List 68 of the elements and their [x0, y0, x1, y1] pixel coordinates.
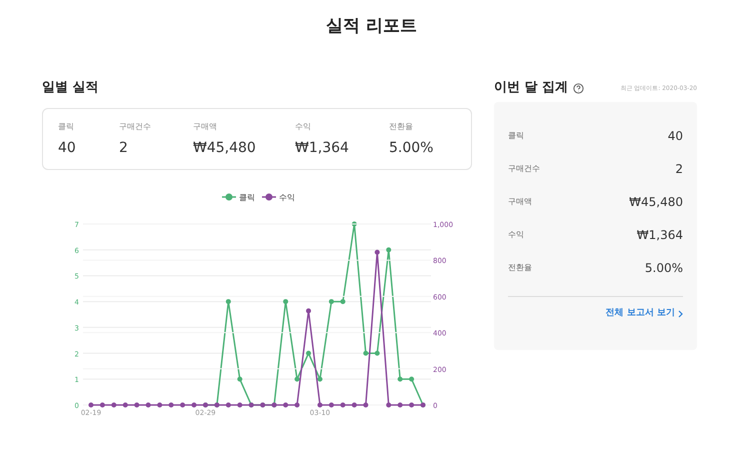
page-title: 실적 리포트 — [325, 15, 418, 38]
legend-label: 수익 — [279, 193, 295, 202]
data-point — [122, 402, 128, 408]
data-point — [111, 402, 116, 408]
data-point — [317, 376, 322, 382]
data-point — [352, 402, 357, 408]
data-point — [294, 376, 300, 382]
data-point — [340, 299, 346, 304]
stat-value: 5.00% — [389, 139, 434, 158]
data-point — [398, 376, 403, 382]
stat-label: 구매건수 — [119, 121, 152, 133]
data-point — [226, 299, 231, 304]
data-point — [100, 402, 105, 408]
stat-value: 40 — [58, 139, 77, 158]
summary-value: 40 — [668, 128, 683, 144]
legend-marker-icon — [222, 194, 236, 200]
help-icon[interactable] — [573, 82, 584, 94]
summary-label: 구매액 — [508, 196, 532, 208]
data-point — [352, 222, 357, 226]
summary-value: ₩45,480 — [629, 194, 683, 210]
data-point — [398, 402, 403, 408]
summary-value: ₩1,364 — [636, 226, 683, 244]
data-point — [328, 299, 334, 304]
summary-label: 전환율 — [508, 262, 532, 274]
data-point — [283, 402, 288, 408]
section-title: 이번 달 집계 — [494, 79, 568, 98]
data-point — [88, 402, 94, 408]
section-title: 일별 실적 — [42, 79, 100, 97]
data-point — [192, 402, 197, 408]
data-point — [317, 402, 322, 408]
data-point — [226, 402, 231, 408]
stat-label: 클릭 — [58, 121, 75, 133]
data-point — [306, 350, 312, 356]
summary-value: 5.00% — [644, 260, 683, 276]
stat-label: 전환율 — [389, 121, 414, 133]
data-point — [363, 402, 368, 408]
stat-label: 구매액 — [193, 121, 218, 133]
data-point — [237, 376, 242, 382]
data-point — [306, 308, 312, 314]
data-point — [237, 402, 242, 408]
stat-value: ₩1,364 — [295, 139, 350, 158]
data-point — [386, 247, 392, 252]
data-point — [157, 402, 162, 408]
data-point — [283, 299, 288, 304]
legend-marker-icon — [262, 194, 276, 200]
full-report-link[interactable]: 전체 보고서 보기 — [606, 307, 683, 320]
data-point — [340, 402, 346, 408]
summary-label: 클릭 — [508, 130, 524, 142]
stat-value: ₩45,480 — [193, 139, 257, 158]
data-point — [180, 402, 186, 408]
data-point — [134, 402, 140, 408]
data-point — [363, 350, 368, 356]
legend-label: 클릭 — [239, 193, 255, 202]
data-point — [374, 250, 380, 255]
stat-value: 2 — [119, 139, 129, 158]
summary-label: 수익 — [508, 228, 524, 240]
summary-label: 구매건수 — [508, 162, 540, 174]
chevron-right-icon — [678, 310, 683, 318]
data-point — [374, 350, 380, 356]
data-point — [328, 402, 334, 408]
data-point — [146, 402, 151, 408]
summary-value: 2 — [675, 160, 683, 178]
data-point — [409, 376, 414, 382]
data-point — [409, 402, 414, 408]
data-point — [294, 402, 300, 408]
data-point — [386, 402, 392, 408]
stat-label: 수익 — [295, 121, 312, 133]
data-point — [168, 402, 174, 408]
